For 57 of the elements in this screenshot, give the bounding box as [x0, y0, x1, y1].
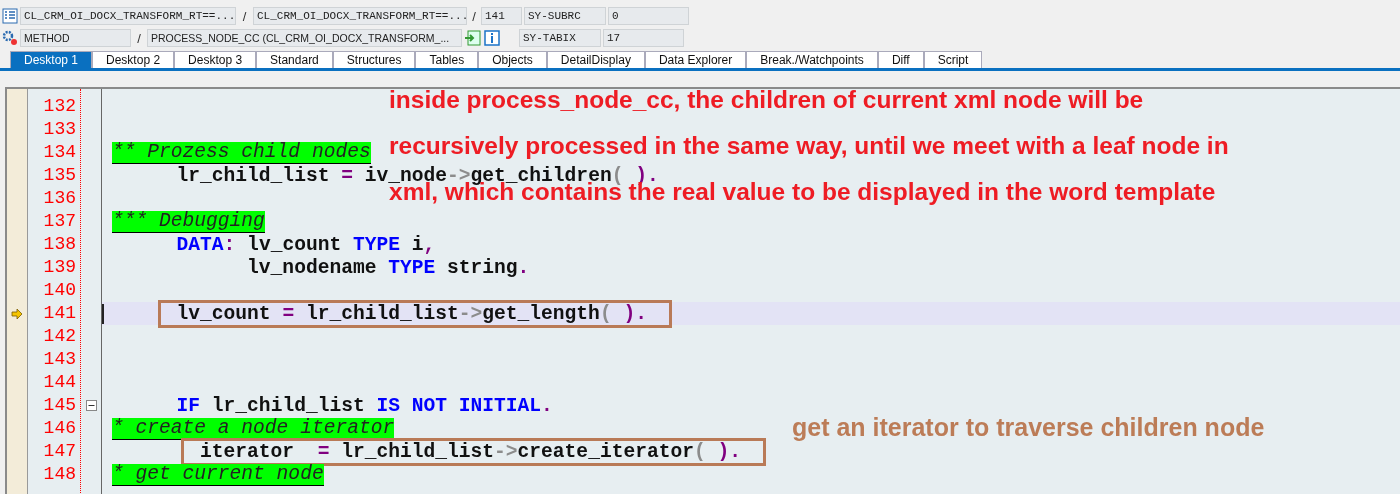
line-number: 133	[42, 118, 77, 141]
separator-text: /	[471, 8, 477, 24]
list-icon[interactable]	[2, 8, 18, 24]
line-field[interactable]: 141	[481, 7, 522, 25]
line-number: 144	[42, 371, 77, 394]
code-comment: * create a node iterator	[112, 417, 395, 440]
separator-text: /	[241, 8, 248, 24]
tab[interactable]: Structures	[332, 51, 416, 68]
program-field[interactable]: CL_CRM_OI_DOCX_TRANSFORM_RT==...	[20, 7, 236, 25]
line-number: 138	[42, 233, 77, 256]
annotation-text: get an iterator to traverse children node	[792, 412, 1265, 442]
line-number: 137	[42, 210, 77, 233]
tab[interactable]: Break./Watchpoints	[746, 51, 878, 68]
line-number: 132	[42, 95, 77, 118]
gears-icon[interactable]	[2, 30, 18, 46]
line-number: 145	[42, 394, 77, 417]
code-comment: ** Prozess child nodes	[112, 141, 371, 164]
annotation-text: inside process_node_cc, the children of current xml node will be	[389, 85, 1144, 115]
tab[interactable]: Standard	[256, 51, 333, 68]
variable-value-field[interactable]: 17	[603, 29, 684, 47]
code-line: IF lr_child_list IS NOT INITIAL.	[176, 395, 553, 416]
tab[interactable]: Diff	[877, 51, 924, 68]
tab[interactable]: DetailDisplay	[546, 51, 645, 68]
line-number: 146	[42, 417, 77, 440]
tab[interactable]: Objects	[478, 51, 547, 68]
tab[interactable]: Data Explorer	[644, 51, 747, 68]
info-icon[interactable]	[484, 30, 500, 46]
line-number: 139	[42, 256, 77, 279]
code-comment: * get current node	[112, 463, 324, 486]
code-line: lv_nodename TYPE string.	[247, 257, 530, 278]
collapse-icon[interactable]	[85, 400, 97, 411]
tab[interactable]: Tables	[415, 51, 479, 68]
code-comment: *** Debugging	[112, 210, 265, 233]
variable-name-field[interactable]: SY-SUBRC	[524, 7, 606, 25]
line-number: 136	[42, 187, 77, 210]
include-field[interactable]: CL_CRM_OI_DOCX_TRANSFORM_RT==...	[253, 7, 467, 25]
code-line: DATA: lv_count TYPE i,	[176, 234, 436, 255]
line-number: 135	[42, 164, 77, 187]
event-name-field[interactable]: PROCESS_NODE_CC (CL_CRM_OI_DOCX_TRANSFORM_...	[147, 29, 462, 47]
line-number: 147	[42, 440, 77, 463]
line-number: 143	[42, 348, 77, 371]
line-number: 142	[42, 325, 77, 348]
navigate-icon[interactable]	[464, 30, 482, 46]
tab[interactable]: Desktop 1	[10, 51, 93, 68]
text-cursor	[102, 303, 104, 324]
separator-text: /	[136, 30, 142, 46]
annotation-text: recursively processed in the same way, until we meet with a leaf node in	[389, 131, 1229, 161]
line-number: 148	[42, 463, 77, 486]
line-number: 134	[42, 141, 77, 164]
event-type-field[interactable]: METHOD	[20, 29, 131, 47]
tab[interactable]: Desktop 2	[92, 51, 175, 68]
variable-value-field[interactable]: 0	[608, 7, 689, 25]
line-number: 140	[42, 279, 77, 302]
tab[interactable]: Desktop 3	[174, 51, 257, 68]
line-number: 141	[42, 302, 77, 325]
variable-name-field[interactable]: SY-TABIX	[519, 29, 601, 47]
tab[interactable]: Script	[923, 51, 983, 68]
